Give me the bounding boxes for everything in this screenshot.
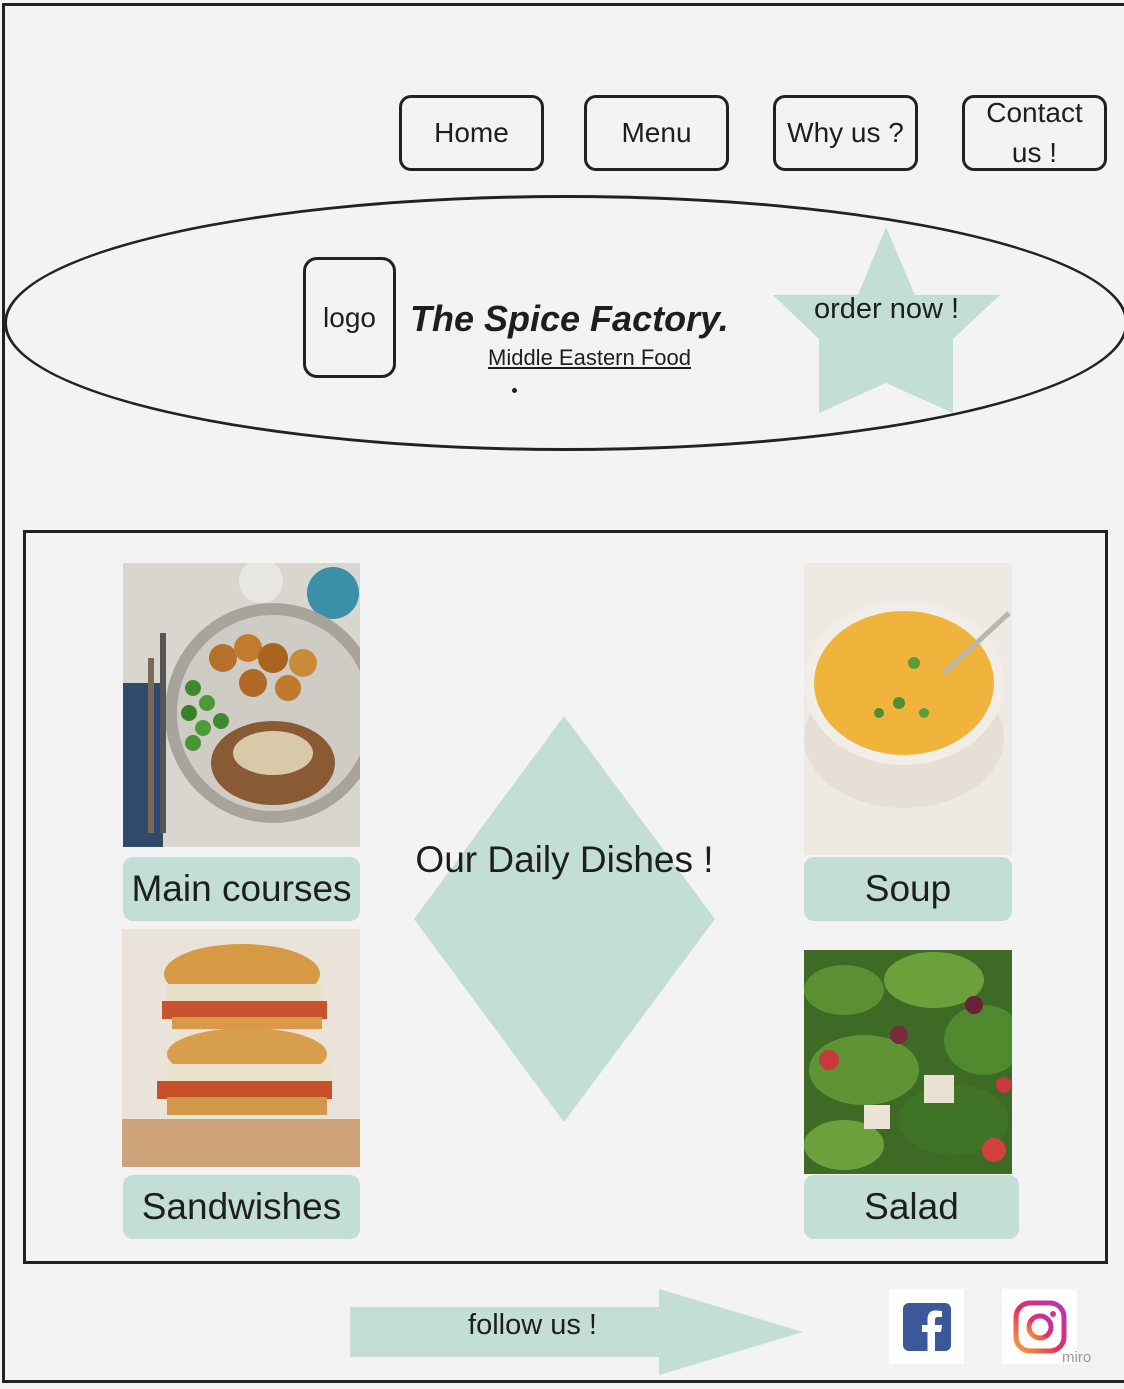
dot-decoration bbox=[512, 388, 517, 393]
order-now-button[interactable]: order now ! bbox=[773, 227, 1000, 413]
logo-placeholder[interactable]: logo bbox=[303, 257, 396, 378]
nav-why-us-button[interactable]: Why us ? bbox=[773, 95, 918, 171]
sandwich-photo[interactable] bbox=[122, 929, 360, 1167]
follow-us-arrow: follow us ! bbox=[350, 1289, 803, 1375]
daily-dishes-diamond: Our Daily Dishes ! bbox=[414, 716, 715, 1122]
soup-label[interactable]: Soup bbox=[804, 857, 1012, 921]
nav-menu-button[interactable]: Menu bbox=[584, 95, 729, 171]
soup-photo[interactable] bbox=[804, 563, 1012, 855]
daily-dishes-title: Our Daily Dishes ! bbox=[415, 839, 714, 880]
salad-label[interactable]: Salad bbox=[804, 1175, 1019, 1239]
diamond-shape bbox=[414, 716, 715, 1122]
nav-home-button[interactable]: Home bbox=[399, 95, 544, 171]
miro-watermark: miro bbox=[1062, 1349, 1092, 1366]
brand-title: The Spice Factory. bbox=[410, 298, 729, 339]
main-course-photo[interactable] bbox=[123, 563, 360, 847]
facebook-icon[interactable] bbox=[889, 1289, 964, 1364]
nav-contact-button[interactable]: Contact us ! bbox=[962, 95, 1107, 171]
brand-subtitle: Middle Eastern Food bbox=[488, 345, 691, 370]
salad-photo[interactable] bbox=[804, 950, 1012, 1174]
sandwiches-label[interactable]: Sandwishes bbox=[123, 1175, 360, 1239]
main-courses-label[interactable]: Main courses bbox=[123, 857, 360, 921]
follow-us-label: follow us ! bbox=[468, 1309, 597, 1341]
order-now-label: order now ! bbox=[813, 293, 960, 325]
